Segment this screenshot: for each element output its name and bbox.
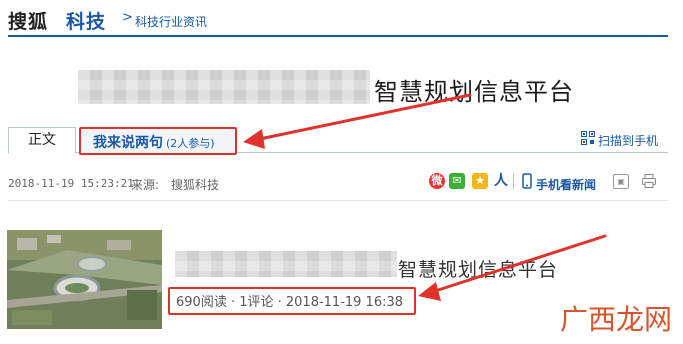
tab-comments-label[interactable]: 我来说两句 (93, 132, 163, 152)
arrow-head-comments (243, 129, 265, 149)
header-divider (8, 35, 668, 37)
print-icon[interactable] (641, 173, 657, 189)
share-divider (513, 173, 514, 189)
wechat-share-icon[interactable]: ✉ (449, 173, 465, 189)
publish-date: 2018-11-19 15:23:21 (8, 177, 134, 190)
mobile-phone-icon[interactable] (520, 173, 534, 189)
card-title[interactable]: 智慧规划信息平台 (398, 255, 558, 282)
qr-code-icon[interactable] (581, 131, 595, 145)
source-label: 来源: (131, 178, 160, 192)
scan-to-phone-link[interactable]: 扫描到手机 (598, 132, 658, 149)
arrow-head-card-meta (418, 282, 441, 301)
image-icon[interactable]: ▣ (613, 174, 629, 189)
people-share-icon[interactable]: 人 (493, 173, 509, 189)
breadcrumb-separator: > (122, 10, 133, 25)
source-value[interactable]: 搜狐科技 (171, 176, 219, 193)
weibo-share-icon[interactable]: 微 (429, 173, 445, 189)
redacted-title-block (78, 70, 370, 104)
mobile-news-link[interactable]: 手机看新闻 (536, 176, 596, 193)
brand-tech[interactable]: 科技 (66, 7, 106, 34)
redacted-card-title-block (175, 251, 397, 277)
brand-sohu[interactable]: 搜狐 (8, 7, 48, 34)
meta-divider (8, 200, 668, 201)
watermark: 广西龙网 (560, 303, 673, 336)
page-title: 智慧规划信息平台 (374, 78, 574, 106)
qzone-share-icon[interactable]: ★ (472, 173, 488, 189)
card-meta: 690阅读 · 1评论 · 2018-11-19 16:38 (176, 295, 404, 310)
tab-comments-count[interactable]: (2人参与) (166, 135, 215, 151)
article-thumbnail[interactable] (7, 230, 162, 329)
tab-main-text[interactable]: 正文 (8, 127, 76, 154)
breadcrumb-link[interactable]: 科技行业资讯 (135, 13, 207, 30)
